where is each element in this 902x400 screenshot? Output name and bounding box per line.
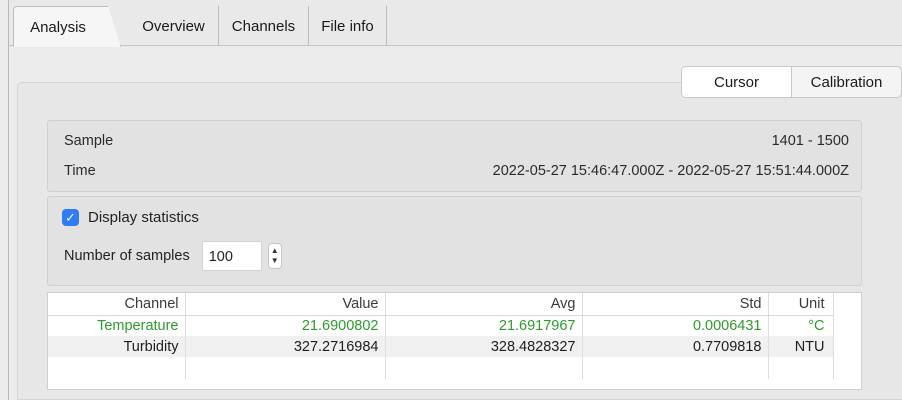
time-row: Time 2022-05-27 15:46:47.000Z - 2022-05-… — [64, 161, 849, 181]
unit-cell: NTU — [768, 336, 834, 357]
chevron-down-icon[interactable]: ▼ — [271, 256, 279, 266]
column-header-unit[interactable]: Unit — [768, 293, 834, 316]
std-cell: 0.0006431 — [582, 315, 769, 336]
table-row-empty — [48, 357, 834, 379]
cursor-button[interactable]: Cursor — [682, 67, 792, 97]
empty-cell — [768, 357, 834, 379]
selection-info-group: Sample 1401 - 1500 Time 2022-05-27 15:46… — [47, 120, 862, 192]
tab-channels[interactable]: Channels — [219, 6, 309, 46]
channel-cell: Turbidity — [48, 336, 186, 357]
std-cell: 0.7709818 — [582, 336, 769, 357]
empty-cell — [185, 357, 386, 379]
unit-cell: °C — [768, 315, 834, 336]
number-of-samples-row: Number of samples 100 ▲ ▼ — [64, 241, 282, 271]
number-of-samples-label: Number of samples — [64, 248, 190, 264]
sample-value: 1401 - 1500 — [771, 133, 849, 149]
channel-cell: Temperature — [48, 315, 186, 336]
sample-label: Sample — [64, 133, 114, 149]
avg-cell: 21.6917967 — [385, 315, 583, 336]
empty-cell — [582, 357, 769, 379]
display-statistics-label: Display statistics — [88, 208, 199, 226]
empty-cell — [48, 357, 186, 379]
app-window: Analysis Overview Channels File info Cur… — [8, 0, 902, 400]
number-of-samples-stepper[interactable]: ▲ ▼ — [267, 243, 282, 269]
empty-cell — [385, 357, 583, 379]
tab-bar: Analysis Overview Channels File info — [9, 0, 902, 47]
calibration-button[interactable]: Calibration — [792, 67, 901, 97]
time-label: Time — [64, 163, 96, 179]
display-statistics-checkbox[interactable]: ✓ — [62, 208, 79, 226]
sample-row: Sample 1401 - 1500 — [64, 131, 849, 151]
table-row[interactable]: Turbidity 327.2716984 328.4828327 0.7709… — [48, 336, 834, 357]
column-header-channel[interactable]: Channel — [48, 293, 186, 316]
display-statistics-row: ✓ Display statistics — [62, 207, 199, 227]
column-header-avg[interactable]: Avg — [385, 293, 583, 316]
value-cell: 21.6900802 — [185, 315, 386, 336]
column-header-std[interactable]: Std — [582, 293, 769, 316]
column-header-value[interactable]: Value — [185, 293, 386, 316]
avg-cell: 328.4828327 — [385, 336, 583, 357]
value-cell: 327.2716984 — [185, 336, 386, 357]
tab-file-info[interactable]: File info — [309, 6, 387, 46]
time-value: 2022-05-27 15:46:47.000Z - 2022-05-27 15… — [492, 163, 849, 179]
tab-analysis[interactable]: Analysis — [13, 6, 121, 47]
table-header-row: Channel Value Avg Std Unit — [48, 293, 834, 316]
chevron-up-icon[interactable]: ▲ — [271, 246, 279, 256]
view-mode-segmented-control: Cursor Calibration — [681, 66, 902, 98]
number-of-samples-input[interactable]: 100 — [201, 241, 262, 271]
statistics-table: Channel Value Avg Std Unit Temperature 2… — [47, 292, 862, 390]
table-row[interactable]: Temperature 21.6900802 21.6917967 0.0006… — [48, 315, 834, 336]
tab-overview[interactable]: Overview — [121, 6, 219, 46]
statistics-group: ✓ Display statistics Number of samples 1… — [47, 196, 862, 286]
